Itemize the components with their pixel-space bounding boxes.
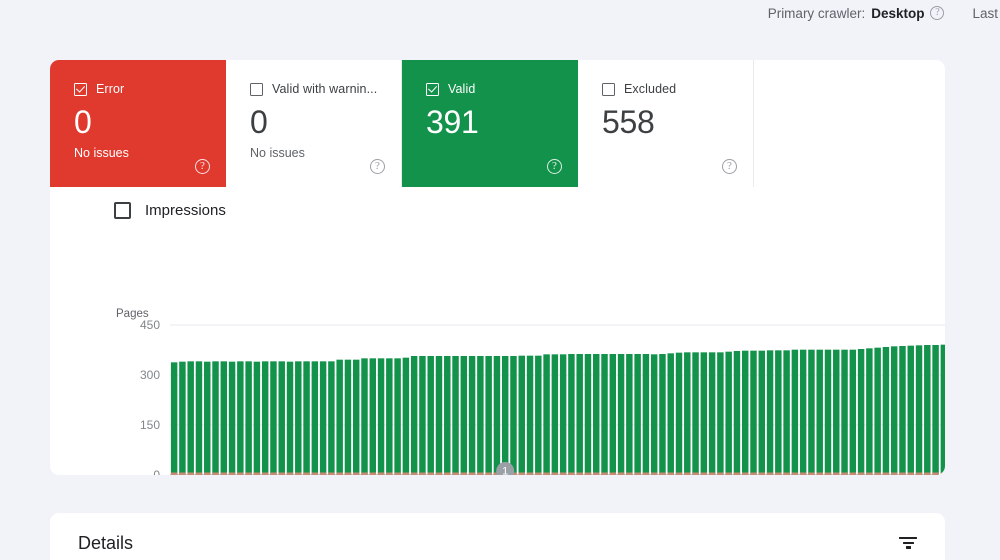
status-card-valid-with-warnings[interactable]: Valid with warnin... 0 No issues ? (226, 60, 402, 187)
impressions-toggle[interactable]: Impressions (114, 202, 226, 219)
last-updated-truncated-label: Last (972, 5, 998, 21)
svg-text:1: 1 (502, 466, 508, 476)
details-title: Details (78, 533, 134, 553)
status-card-label: Error (96, 82, 125, 96)
status-card-count: 391 (426, 104, 479, 140)
status-card-header: Error (74, 82, 226, 96)
status-card-excluded[interactable]: Excluded 558 ? (578, 60, 754, 187)
valid-with-warnings-checkbox[interactable] (250, 82, 263, 96)
svg-text:450: 450 (140, 318, 160, 332)
status-card-count: 558 (602, 104, 655, 140)
status-card-header: Valid (426, 82, 578, 96)
impressions-checkbox[interactable] (114, 202, 131, 219)
help-icon[interactable]: ? (547, 159, 562, 174)
status-card-label: Valid with warnin... (272, 82, 378, 96)
svg-text:0: 0 (153, 468, 160, 475)
status-card-subtitle: No issues (250, 146, 305, 160)
help-icon[interactable]: ? (195, 159, 210, 174)
help-icon[interactable]: ? (930, 6, 945, 20)
status-card-valid[interactable]: Valid 391 ? (402, 60, 578, 187)
primary-crawler-label: Primary crawler: (767, 5, 866, 21)
status-cards-strip: Error 0 No issues ? Valid with warnin...… (50, 60, 757, 187)
status-card-header: Valid with warnin... (250, 82, 401, 96)
help-icon[interactable]: ? (722, 159, 737, 174)
topbar: Primary crawler: Desktop ? Last (0, 0, 1000, 26)
coverage-chart-svg[interactable]: Pages015030045010/30/2111/10/2111/21/211… (50, 240, 945, 475)
status-card-count: 0 (250, 104, 268, 140)
help-icon[interactable]: ? (370, 159, 385, 174)
valid-checkbox[interactable] (426, 82, 439, 96)
error-checkbox[interactable] (74, 82, 87, 96)
coverage-summary-card: Error 0 No issues ? Valid with warnin...… (50, 60, 945, 475)
coverage-report-page: Primary crawler: Desktop ? Last .topbar … (0, 0, 1000, 560)
details-card: Details (50, 513, 945, 560)
impressions-label: Impressions (145, 202, 226, 219)
excluded-checkbox[interactable] (602, 82, 615, 96)
status-card-subtitle: No issues (74, 146, 129, 160)
svg-text:150: 150 (140, 418, 160, 432)
status-card-label: Valid (448, 82, 476, 96)
primary-crawler-value: Desktop (871, 5, 925, 21)
svg-text:300: 300 (140, 368, 160, 382)
coverage-chart: Pages015030045010/30/2111/10/2111/21/211… (50, 240, 945, 475)
filter-icon[interactable] (899, 537, 917, 551)
primary-crawler-info: Primary crawler: Desktop ? Last (768, 6, 1000, 21)
status-card-error[interactable]: Error 0 No issues ? (50, 60, 226, 187)
status-card-header: Excluded (602, 82, 753, 96)
status-card-label: Excluded (624, 82, 677, 96)
status-card-count: 0 (74, 104, 92, 140)
